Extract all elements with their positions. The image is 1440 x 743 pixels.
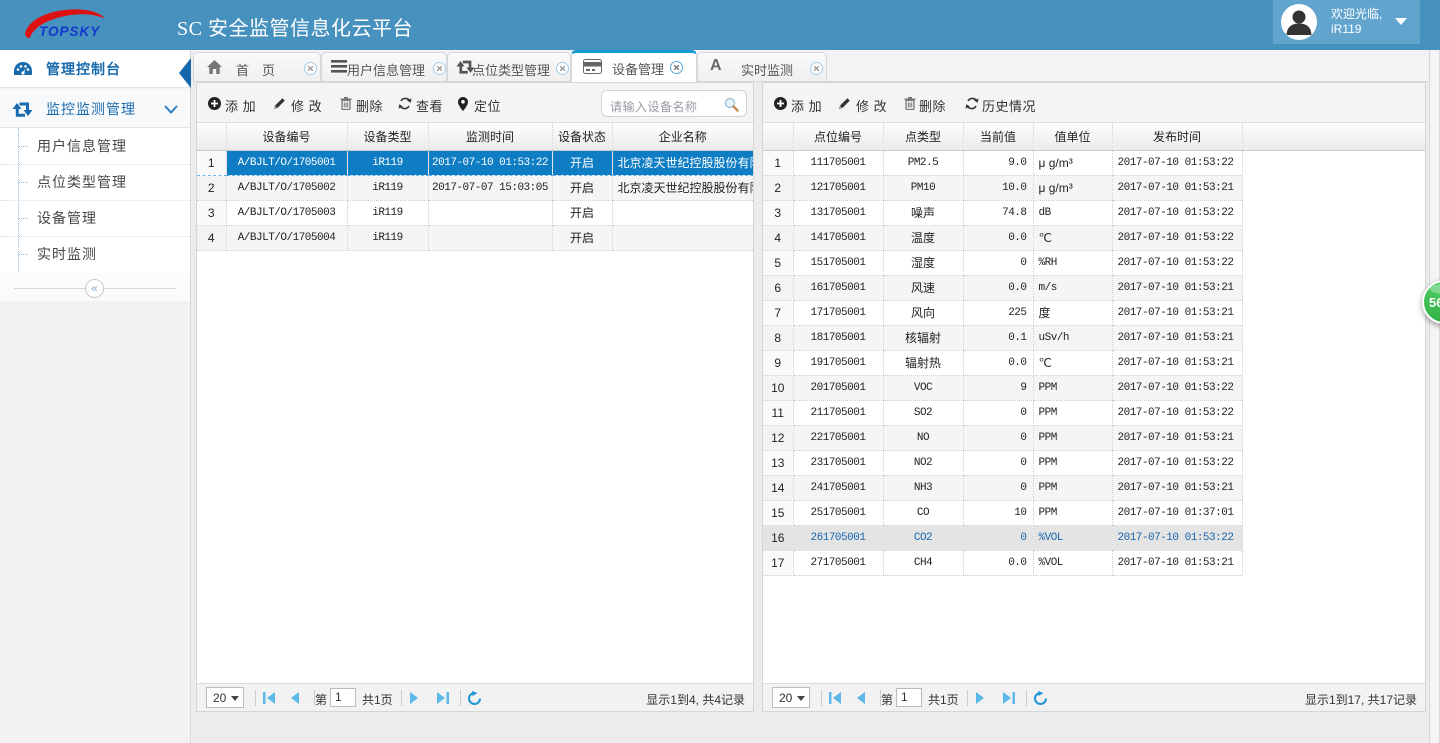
svg-text:TOPSKY: TOPSKY [39, 24, 101, 39]
